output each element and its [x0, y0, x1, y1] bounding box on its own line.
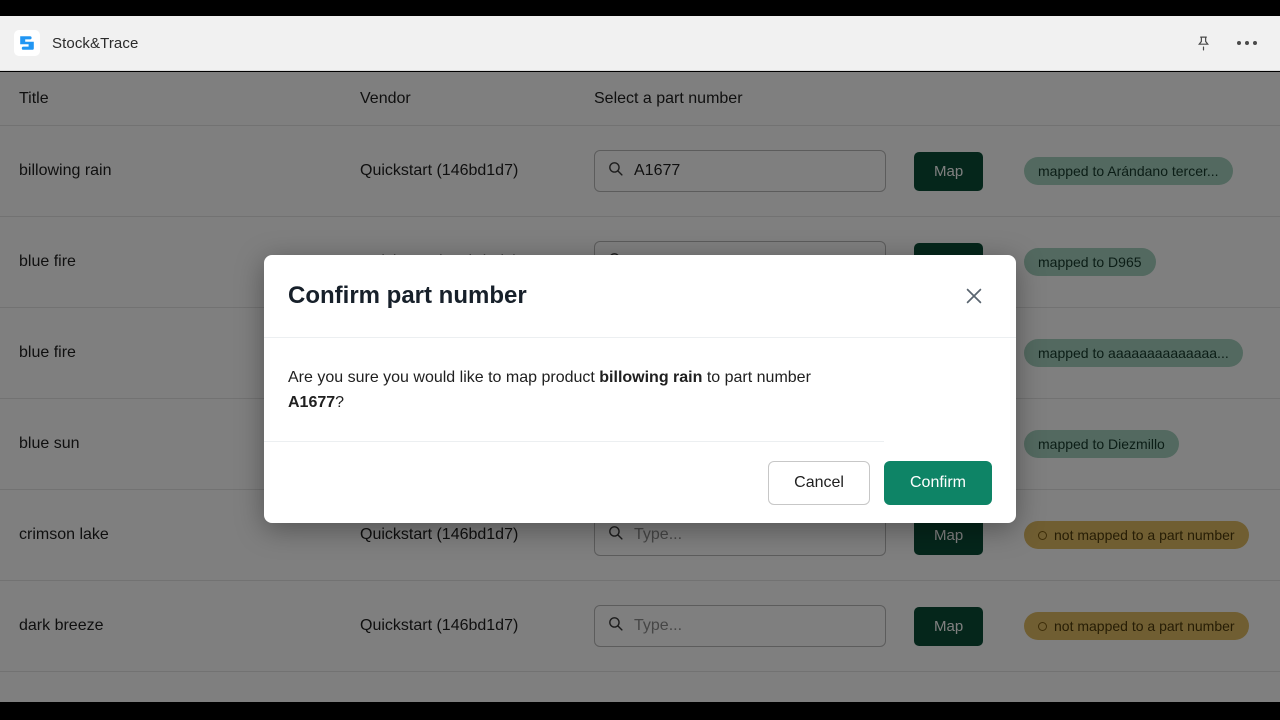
dialog-header: Confirm part number: [264, 255, 1016, 338]
dialog-message-suffix: ?: [335, 394, 345, 411]
chrome-brand: Stock&Trace: [0, 30, 138, 56]
more-options-icon[interactable]: [1236, 32, 1258, 54]
app-title: Stock&Trace: [52, 34, 139, 52]
dialog-message: Are you sure you would like to map produ…: [264, 338, 884, 442]
confirm-part-number-dialog: Confirm part number Are you sure you wou…: [264, 255, 1016, 523]
screen: Stock&Trace Title Vendor Select a part n…: [0, 0, 1280, 720]
letterbox-top: [0, 0, 1280, 16]
dialog-title: Confirm part number: [288, 282, 527, 309]
chrome-actions: [1192, 32, 1280, 54]
dialog-message-prefix: Are you sure you would like to map produ…: [288, 369, 600, 386]
dialog-message-middle: to part number: [702, 369, 811, 386]
pin-icon[interactable]: [1192, 32, 1214, 54]
letterbox-bottom: [0, 702, 1280, 720]
cancel-button[interactable]: Cancel: [768, 460, 870, 505]
dialog-footer: Cancel Confirm: [264, 442, 1016, 523]
more-options-dots: [1237, 41, 1257, 45]
close-icon[interactable]: [960, 282, 988, 310]
stock-trace-logo-icon: [14, 30, 40, 56]
dialog-message-product: billowing rain: [599, 369, 703, 386]
confirm-button[interactable]: Confirm: [883, 460, 992, 505]
dialog-message-part-number: A1677: [288, 394, 336, 411]
app-chrome-bar: Stock&Trace: [0, 16, 1280, 71]
